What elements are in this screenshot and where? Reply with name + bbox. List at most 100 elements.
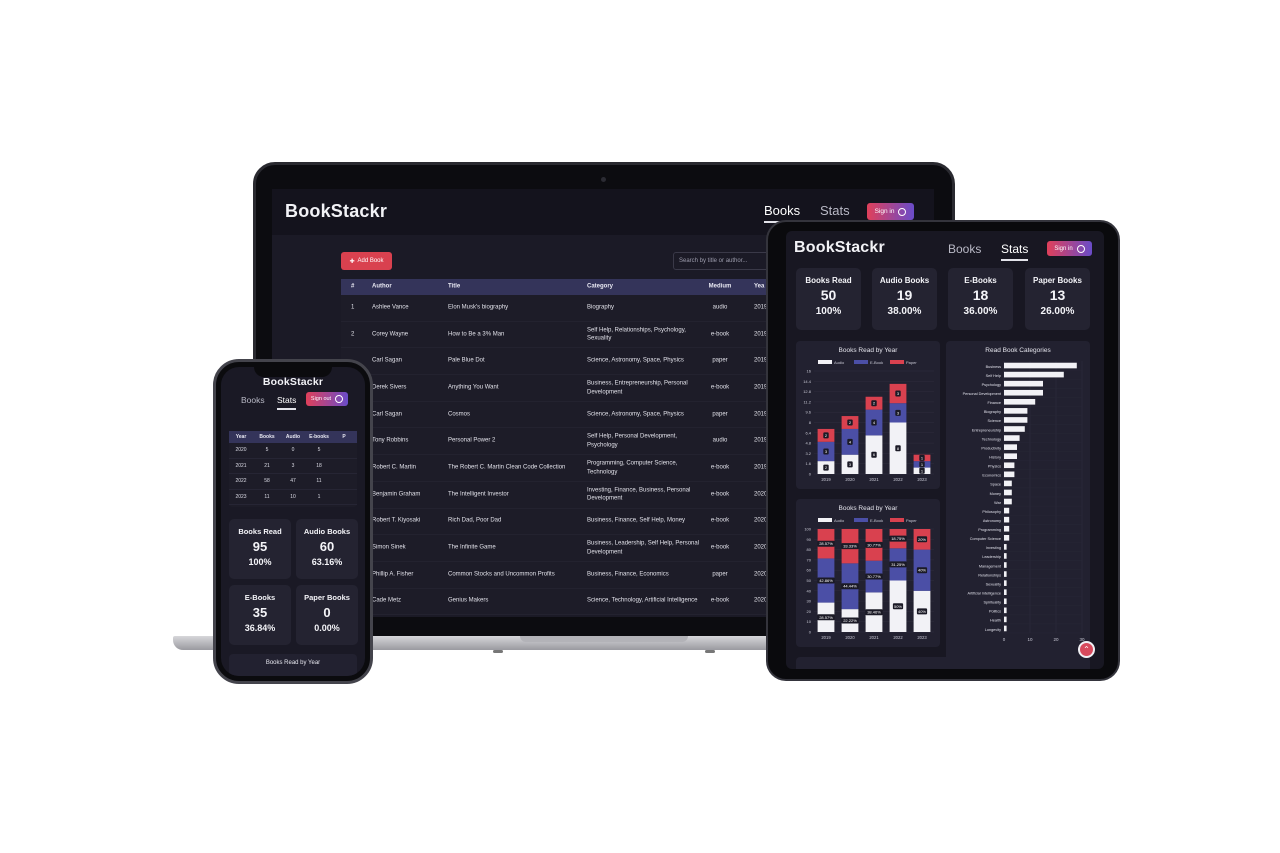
x-tick-label: 10	[1027, 637, 1033, 642]
col-number[interactable]: #	[351, 283, 354, 292]
y-tick-label: 1.6	[805, 461, 811, 466]
category-bar	[1004, 398, 1036, 405]
x-tick-label: 2020	[845, 477, 855, 482]
data-label: 40%	[918, 609, 926, 614]
brand-logo[interactable]: BookStackr	[221, 376, 365, 388]
sign-in-button[interactable]: Sign in	[867, 203, 914, 220]
category-label: War	[994, 501, 1002, 505]
year-summary-table: Year Books Audio E-books P 2020 5 0 5 2021 21…	[229, 431, 357, 507]
x-tick-label: 0	[1003, 637, 1006, 642]
year-summary-header: Year Books Audio E-books P	[229, 431, 357, 443]
stat-card-percent: 100%	[815, 306, 842, 317]
nav-books[interactable]: Books	[948, 242, 981, 256]
brand-logo[interactable]: BookStackr	[794, 239, 885, 257]
y-tick-label: 16	[807, 369, 812, 374]
y-tick-label: 8	[809, 420, 812, 425]
table-row: 2021 21 3 18	[229, 459, 357, 474]
sign-out-button[interactable]: Sign out	[306, 392, 348, 406]
col-medium[interactable]: Medium	[707, 283, 733, 292]
data-label: 30.77%	[867, 542, 881, 547]
chart-read-book-categories: Read Book Categories 0 10 20 30 Business Self…	[946, 341, 1090, 661]
category-bar	[1004, 507, 1010, 514]
nav-stats[interactable]: Stats	[1001, 242, 1029, 261]
row-medium: paper	[712, 571, 728, 578]
next-panel	[796, 657, 1090, 669]
row-year: 2020	[235, 447, 247, 454]
category-bar	[1004, 362, 1077, 369]
row-ebooks: 18	[316, 462, 322, 469]
nav-books[interactable]: Books	[241, 395, 265, 405]
x-tick-label: 2019	[821, 477, 831, 482]
stat-card-title: Audio Books	[303, 527, 351, 536]
y-tick-label: 6.4	[805, 430, 811, 435]
stat-card-percent: 100%	[248, 557, 272, 567]
nav-stats[interactable]: Stats	[277, 395, 297, 410]
category-bar	[1004, 426, 1025, 432]
row-category: Biography	[587, 304, 615, 311]
data-label: 31.25%	[891, 562, 905, 567]
row-medium: e-book	[710, 544, 730, 551]
x-tick-label: 2023	[917, 477, 927, 482]
row-author: Simon Sinek	[372, 544, 406, 551]
x-tick-label: 20	[1053, 637, 1059, 642]
category-label: Self Help	[986, 374, 1001, 378]
legend-label: E-Book	[870, 518, 883, 523]
user-icon	[898, 207, 907, 216]
year-summary-body: 2020 5 0 5 2021 21 3 18 2022 58 47 11 2023 11 10 1	[229, 443, 357, 505]
horizontal-bar-chart-categories: 0 10 20 30BusinessSelf HelpPsychologyPerson…	[963, 361, 1085, 642]
legend-swatch-e-book	[854, 360, 868, 364]
row-medium: e-book	[710, 518, 730, 524]
col-year[interactable]: Yea	[754, 283, 764, 292]
x-tick-label: 2020	[845, 635, 855, 640]
row-category: Programming, Computer Science, Technolog…	[587, 460, 678, 475]
y-tick-label: 20	[807, 609, 812, 614]
row-books: 11	[264, 493, 270, 500]
category-bar	[1004, 580, 1007, 586]
row-medium: e-book	[710, 384, 730, 391]
chevron-up-icon: ⌃	[1083, 645, 1090, 654]
category-bar	[1004, 534, 1010, 541]
search-input[interactable]: Search by title or author...	[673, 252, 773, 270]
row-author: Carl Sagan	[372, 411, 403, 418]
sign-in-button[interactable]: Sign in	[1047, 241, 1092, 256]
y-tick-label: 100	[804, 527, 811, 532]
col-author[interactable]: Author	[372, 283, 442, 292]
category-bar	[1004, 571, 1007, 577]
category-label: Artificial Intelligence	[967, 592, 1001, 596]
y-tick-label: 9.6	[805, 410, 811, 415]
col-paper: P	[342, 434, 346, 440]
row-audio: 47	[290, 478, 296, 485]
data-label: 40%	[918, 568, 926, 573]
stat-card-title: Audio Books	[879, 276, 930, 285]
col-books: Books	[259, 434, 275, 440]
brand-logo[interactable]: BookStackr	[285, 201, 387, 222]
stat-card-percent: 36.84%	[244, 623, 276, 633]
category-label: Programming	[978, 528, 1001, 532]
stat-card-title: Paper Books	[304, 593, 350, 602]
nav-stats[interactable]: Stats	[820, 203, 850, 218]
laptop-foot	[705, 650, 715, 653]
data-label: 44.44%	[843, 584, 857, 589]
stat-card-percent: 26.00%	[1040, 306, 1075, 317]
x-tick-label: 2023	[917, 635, 927, 640]
row-title: Pale Blue Dot	[448, 357, 485, 364]
category-bar	[1004, 453, 1017, 460]
scroll-to-top-button[interactable]: ⌃	[1078, 641, 1095, 658]
data-label: 28.57%	[819, 615, 833, 620]
category-label: Science	[987, 419, 1001, 423]
y-tick-label: 30	[807, 599, 812, 604]
category-label: Business	[986, 365, 1002, 369]
add-book-button[interactable]: ✚ Add Book	[341, 252, 392, 270]
legend-swatch-paper	[890, 518, 904, 522]
y-tick-label: 3.2	[805, 451, 811, 456]
laptop-camera	[601, 177, 606, 182]
category-bar	[1004, 462, 1015, 469]
stat-card-count: 95	[252, 539, 268, 554]
stat-card-percent: 63.16%	[311, 557, 343, 567]
col-category[interactable]: Category	[587, 283, 702, 292]
row-books: 58	[264, 478, 270, 485]
stat-card-title: Books Read	[805, 276, 852, 285]
legend-swatch-audio	[818, 360, 832, 364]
col-title[interactable]: Title	[448, 283, 583, 292]
row-author: Derek Sivers	[372, 384, 407, 391]
